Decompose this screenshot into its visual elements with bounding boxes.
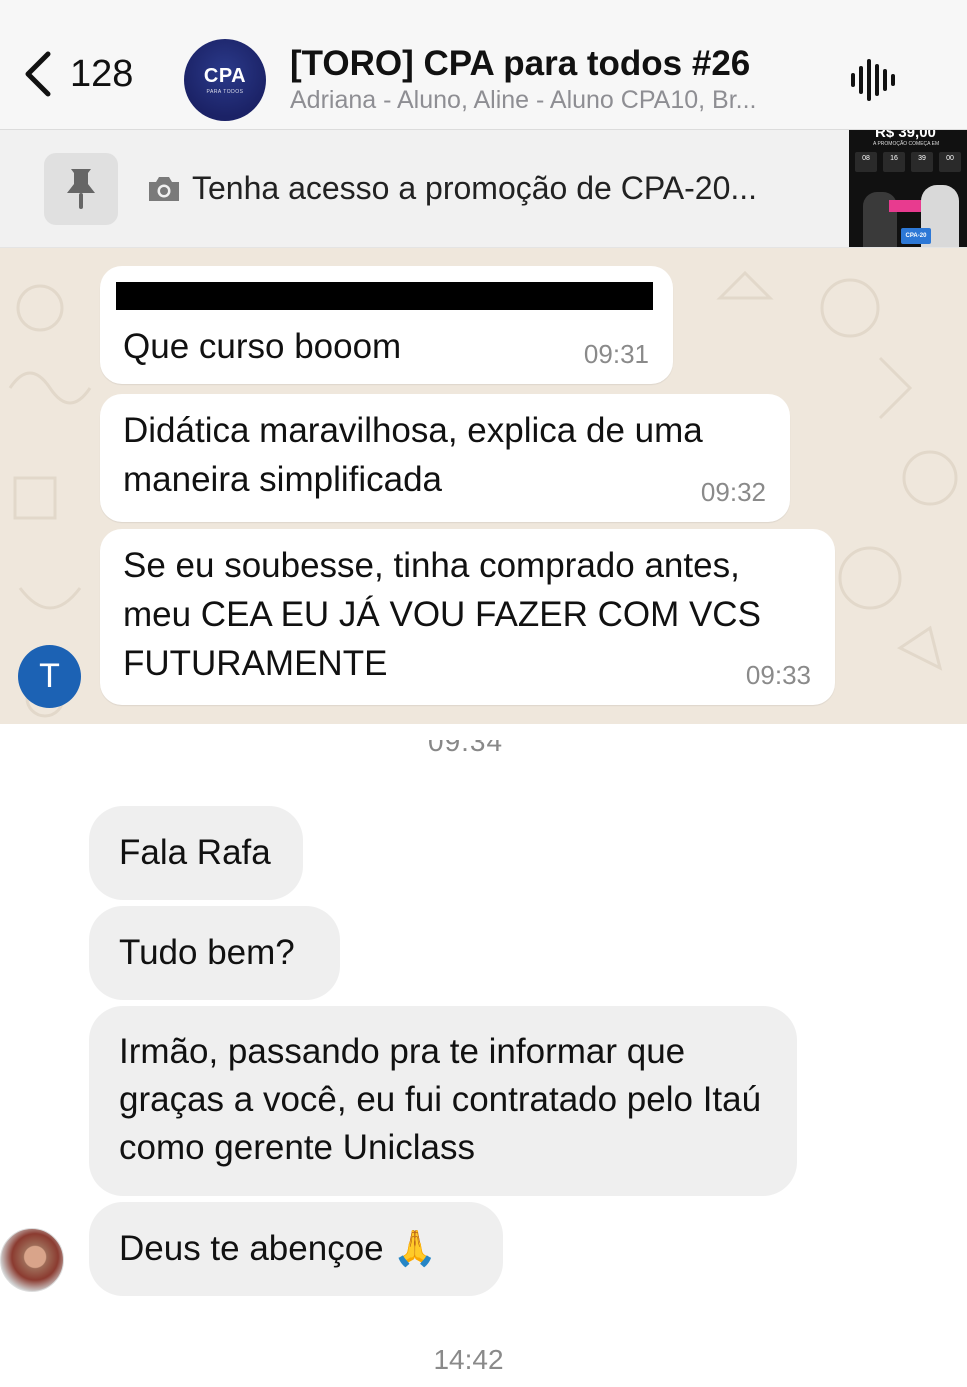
- dm-text: Deus te abençoe 🙏: [119, 1229, 437, 1268]
- pin-button[interactable]: [44, 153, 118, 225]
- message-time: 09:33: [745, 660, 811, 690]
- message-text: Que curso booom: [123, 327, 402, 366]
- redacted-quote: [116, 282, 653, 310]
- thumb-countdown-days: 08: [855, 152, 877, 172]
- chat-header: 128 CPA PARA TODOS [TORO] CPA para todos…: [0, 0, 967, 130]
- pinned-thumbnail[interactable]: R$ 39,00 A PROMOÇÃO COMEÇA EM 08 16 39 0…: [849, 130, 967, 247]
- whatsapp-chat-area: Que curso booom 09:31 Didática maravilho…: [0, 248, 967, 724]
- cut-timestamp: 09:34: [428, 740, 518, 760]
- thumb-price: R$ 39,00: [875, 130, 936, 141]
- message-bubble[interactable]: Didática maravilhosa, explica de uma man…: [100, 394, 790, 522]
- chevron-left-icon: [25, 51, 51, 97]
- thumb-promo: A PROMOÇÃO COMEÇA EM: [873, 141, 940, 147]
- dm-bubble[interactable]: Deus te abençoe 🙏: [89, 1202, 503, 1296]
- dm-timestamp: 14:42: [433, 1344, 504, 1375]
- message-bubble[interactable]: Que curso booom 09:31: [100, 266, 673, 384]
- message-time: 09:32: [700, 477, 766, 507]
- instagram-chat-area: 09:34 Fala Rafa Tudo bem? Irmão, passand…: [0, 724, 967, 1387]
- thumb-countdown-hours: 16: [883, 152, 905, 172]
- voice-chat-button[interactable]: [850, 58, 896, 107]
- group-avatar-sublabel: PARA TODOS: [206, 89, 244, 95]
- dm-text: Fala Rafa: [119, 833, 271, 872]
- group-members[interactable]: Adriana - Aluno, Aline - Aluno CPA10, Br…: [290, 86, 830, 115]
- back-button[interactable]: 128: [22, 50, 133, 98]
- contact-avatar[interactable]: [0, 1228, 64, 1292]
- message-bubble[interactable]: Se eu soubesse, tinha comprado antes, me…: [100, 529, 835, 705]
- message-text: Se eu soubesse, tinha comprado antes, me…: [123, 546, 761, 683]
- group-title[interactable]: [TORO] CPA para todos #26: [290, 44, 750, 84]
- dm-text: Irmão, passando pra te informar que graç…: [119, 1032, 762, 1167]
- group-avatar[interactable]: CPA PARA TODOS: [184, 39, 266, 121]
- dm-bubble[interactable]: Fala Rafa: [89, 806, 303, 900]
- camera-icon: [149, 177, 179, 201]
- message-text: Didática maravilhosa, explica de uma man…: [123, 411, 703, 499]
- audio-wave-icon: [851, 59, 895, 101]
- unread-count: 128: [70, 52, 134, 95]
- pinned-message-bar[interactable]: Tenha acesso a promoção de CPA-20... R$ …: [0, 130, 967, 248]
- thumb-badge: CPA-20: [901, 228, 931, 244]
- thumb-countdown-seconds: 00: [939, 152, 961, 172]
- cut-timestamp-text: 09:34: [428, 740, 504, 757]
- sender-avatar[interactable]: T: [18, 645, 81, 708]
- group-avatar-label: CPA: [203, 65, 247, 87]
- thumb-countdown-minutes: 39: [911, 152, 933, 172]
- pinned-message-text: Tenha acesso a promoção de CPA-20...: [192, 170, 758, 206]
- dm-bubble[interactable]: Irmão, passando pra te informar que graç…: [89, 1006, 797, 1196]
- dm-bubble[interactable]: Tudo bem?: [89, 906, 340, 1000]
- dm-text: Tudo bem?: [119, 933, 295, 972]
- pin-icon: [67, 169, 95, 209]
- message-time: 09:31: [583, 339, 649, 369]
